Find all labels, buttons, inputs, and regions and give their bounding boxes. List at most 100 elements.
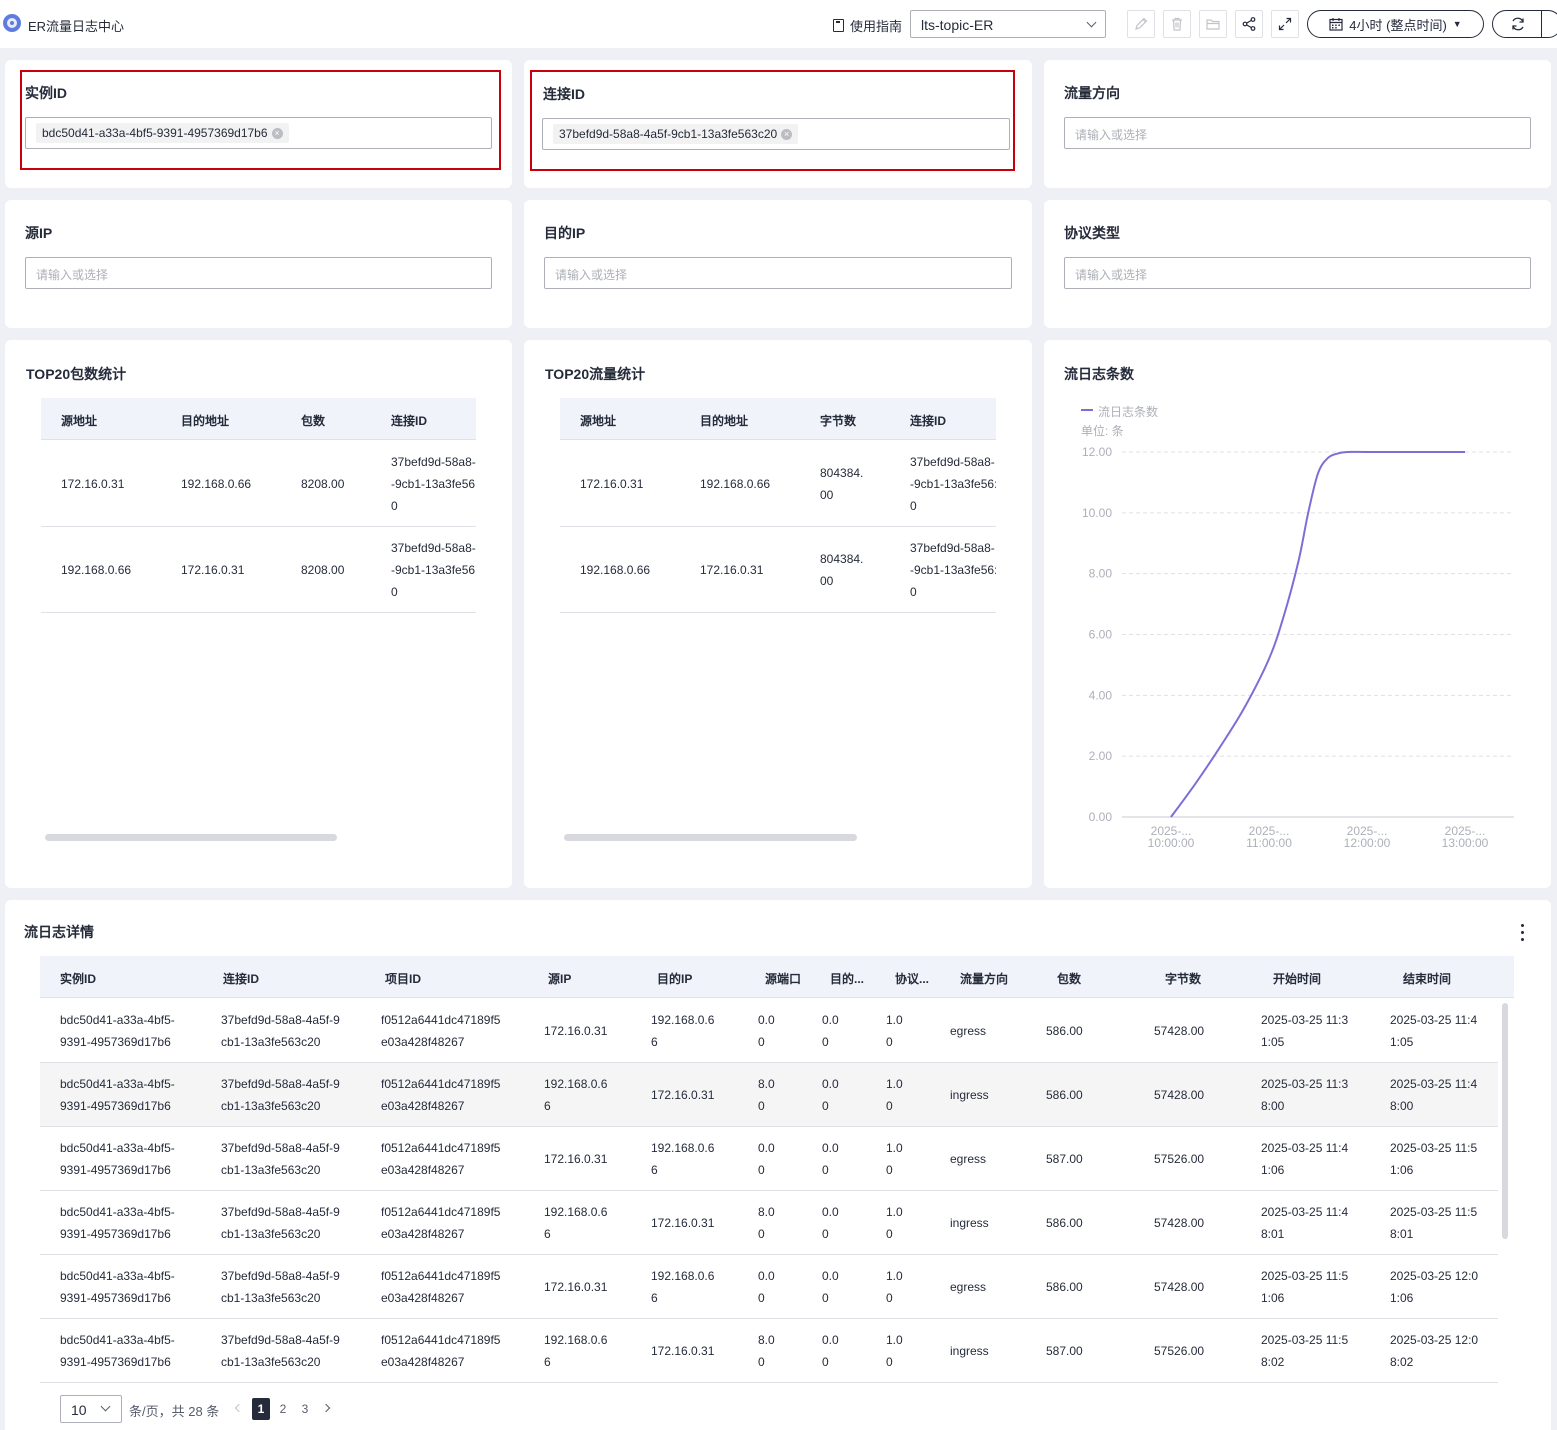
row-divider [560, 526, 996, 527]
refresh-divider [1541, 11, 1542, 37]
cell-project-id: f0512a6441dc47189f5 e03a428f48267 [381, 1333, 501, 1369]
cell-connection-id: 37befd9d-58a8-4a5f-9 cb1-13a3fe563c20 [221, 1077, 340, 1113]
fullscreen-button[interactable] [1271, 10, 1299, 38]
y-tick-label: 4.00 [1089, 688, 1113, 702]
col-header: 目的地址 [181, 414, 230, 428]
col-header[interactable]: 目的IP [657, 970, 692, 987]
trash-icon [1172, 17, 1182, 31]
close-icon[interactable]: × [781, 128, 793, 140]
cell-dest-port: 0.0 0 [822, 1013, 839, 1049]
table-row[interactable]: bdc50d41-a33a-4bf5- 9391-4957369d17b6 37be… [40, 1319, 1498, 1383]
cell-dest-ip: 172.16.0.31 [651, 1216, 715, 1230]
source-ip-label: 源IP [25, 225, 53, 241]
cell-protocol: 1.0 0 [886, 1269, 903, 1305]
col-header[interactable]: 实例ID [60, 970, 96, 987]
cell-dest-ip: 192.168.0.6 6 [651, 1013, 715, 1049]
y-tick-label: 0.00 [1089, 810, 1113, 824]
horizontal-scrollbar[interactable] [45, 834, 337, 841]
app-logo-icon [3, 14, 21, 32]
col-header[interactable]: 字节数 [1165, 970, 1201, 987]
edit-button[interactable] [1127, 10, 1155, 38]
source-ip-input[interactable]: 请输入或选择 [25, 257, 492, 289]
log-topic-select[interactable]: lts-topic-ER [910, 10, 1106, 38]
cell-packets: 587.00 [1046, 1152, 1083, 1166]
pagination-summary: 条/页，共 28 条 [129, 1404, 220, 1419]
page-1-button[interactable]: 1 [252, 1398, 270, 1420]
calendar-icon [1329, 18, 1343, 31]
share-button[interactable] [1235, 10, 1263, 38]
y-tick-label: 8.00 [1089, 567, 1113, 581]
col-header[interactable]: 包数 [1057, 970, 1081, 987]
cell-protocol: 1.0 0 [886, 1333, 903, 1369]
horizontal-scrollbar[interactable] [564, 834, 857, 841]
dest-ip-input[interactable]: 请输入或选择 [544, 257, 1012, 289]
x-tick-label: 10:00:00 [1148, 836, 1195, 850]
cell-protocol: 1.0 0 [886, 1205, 903, 1241]
top-bar: ER流量日志中心 使用指南 lts-topic-ER 4小时 (整点时间) ▼ [0, 0, 1557, 48]
flow-direction-label: 流量方向 [1064, 85, 1120, 101]
cell-instance-id: bdc50d41-a33a-4bf5- 9391-4957369d17b6 [60, 1333, 175, 1369]
cell-start-time: 2025-03-25 11:5 8:02 [1261, 1333, 1349, 1369]
cell-instance-id: bdc50d41-a33a-4bf5- 9391-4957369d17b6 [60, 1205, 175, 1241]
col-header[interactable]: 协议... [895, 970, 929, 987]
table-row[interactable]: bdc50d41-a33a-4bf5- 9391-4957369d17b6 37be… [40, 1127, 1498, 1191]
x-tick-label: 11:00:00 [1246, 836, 1292, 850]
page-2-button[interactable]: 2 [274, 1398, 292, 1420]
user-guide-link[interactable]: 使用指南 [833, 16, 902, 35]
cell-end-time: 2025-03-25 11:5 1:06 [1390, 1141, 1478, 1177]
refresh-button[interactable] [1492, 10, 1557, 38]
dest-ip-label: 目的IP [544, 225, 586, 241]
cell-project-id: f0512a6441dc47189f5 e03a428f48267 [381, 1013, 501, 1049]
flow-details-title: 流日志详情 [24, 924, 94, 940]
flow-details-table-header: 实例ID 连接ID 项目ID 源IP 目的IP 源端口 目的... 协议... … [40, 956, 1514, 998]
top20-packets-table: 源地址 目的地址 包数 连接ID 172.16.0.31 192.168.0.6… [41, 398, 476, 613]
flow-direction-input[interactable]: 请输入或选择 [1064, 117, 1531, 149]
cell-conn-id: 37befd9d-58a8- -9cb1-13a3fe56: 0 [910, 541, 996, 599]
cell-source-ip: 172.16.0.31 [544, 1280, 608, 1294]
table-row[interactable]: bdc50d41-a33a-4bf5- 9391-4957369d17b6 37be… [40, 1063, 1498, 1127]
col-header[interactable]: 项目ID [385, 970, 421, 987]
col-header[interactable]: 结束时间 [1403, 970, 1451, 987]
table-row[interactable]: bdc50d41-a33a-4bf5- 9391-4957369d17b6 37be… [40, 999, 1498, 1063]
col-header: 目的地址 [700, 414, 749, 428]
table-row[interactable]: bdc50d41-a33a-4bf5- 9391-4957369d17b6 37be… [40, 1255, 1498, 1319]
col-header[interactable]: 连接ID [223, 970, 259, 987]
cell-packets: 586.00 [1046, 1216, 1083, 1230]
connection-id-input[interactable]: 37befd9d-58a8-4a5f-9cb1-13a3fe563c20 × [542, 118, 1010, 150]
cell-direction: egress [950, 1024, 987, 1038]
col-header: 源地址 [61, 414, 98, 428]
more-options-icon[interactable] [1521, 924, 1525, 942]
instance-id-tag-text: bdc50d41-a33a-4bf5-9391-4957369d17b6 [42, 126, 268, 140]
page-3-button[interactable]: 3 [296, 1398, 314, 1420]
col-header: 连接ID [910, 414, 947, 428]
cell-end-time: 2025-03-25 12:0 1:06 [1390, 1269, 1479, 1305]
col-header[interactable]: 流量方向 [960, 970, 1008, 987]
col-header[interactable]: 源IP [548, 970, 571, 987]
cell-packets: 8208.00 [301, 563, 345, 577]
col-header: 字节数 [820, 414, 857, 428]
delete-button[interactable] [1163, 10, 1191, 38]
cell-instance-id: bdc50d41-a33a-4bf5- 9391-4957369d17b6 [60, 1013, 175, 1049]
instance-id-input[interactable]: bdc50d41-a33a-4bf5-9391-4957369d17b6 × [25, 117, 492, 149]
cell-dst: 172.16.0.31 [181, 563, 245, 577]
col-header[interactable]: 目的... [830, 970, 864, 987]
page-size-select[interactable]: 10 [60, 1395, 122, 1423]
folder-button[interactable] [1199, 10, 1227, 38]
cell-connection-id: 37befd9d-58a8-4a5f-9 cb1-13a3fe563c20 [221, 1333, 340, 1369]
protocol-input[interactable]: 请输入或选择 [1064, 257, 1531, 289]
caret-down-icon: ▼ [1452, 19, 1462, 29]
col-header: 包数 [301, 414, 326, 428]
time-range-button[interactable]: 4小时 (整点时间) ▼ [1307, 10, 1484, 38]
cell-project-id: f0512a6441dc47189f5 e03a428f48267 [381, 1141, 501, 1177]
cell-src: 192.168.0.66 [61, 563, 132, 577]
col-header[interactable]: 开始时间 [1273, 970, 1321, 987]
close-icon[interactable]: × [271, 127, 283, 139]
cell-src: 192.168.0.66 [580, 563, 651, 577]
vertical-scrollbar[interactable] [1502, 1003, 1508, 1239]
cell-source-port: 8.0 0 [758, 1205, 775, 1241]
chart-legend[interactable]: 流日志条数 [1098, 403, 1158, 420]
y-tick-label: 10.00 [1082, 506, 1112, 520]
table-row[interactable]: bdc50d41-a33a-4bf5- 9391-4957369d17b6 37be… [40, 1191, 1498, 1255]
row-divider [560, 612, 996, 613]
col-header[interactable]: 源端口 [765, 970, 801, 987]
